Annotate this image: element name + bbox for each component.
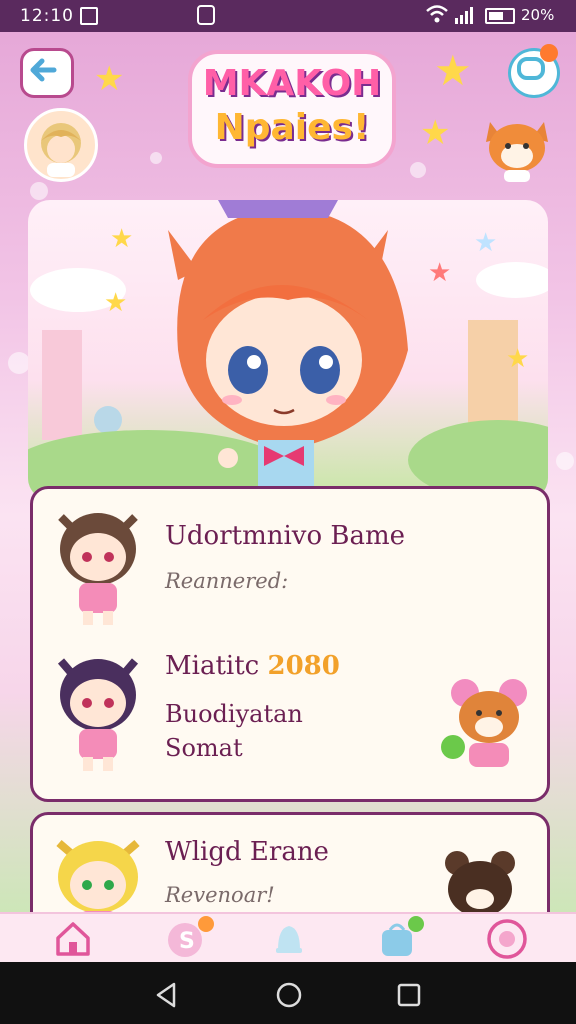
bottom-navigation: S [0, 912, 576, 964]
signal-icon [455, 7, 473, 24]
smiling-star-icon[interactable]: ★ [434, 50, 472, 92]
logo-title: MKAKOH [202, 63, 382, 104]
character-avatar [58, 513, 138, 625]
notification-badge [408, 916, 424, 932]
list-item-title-text: Miatitc [165, 651, 260, 681]
character-avatar [57, 658, 139, 771]
status-time: 12:10 [20, 6, 74, 26]
app-notification-icon [197, 5, 215, 25]
notification-badge [540, 44, 558, 62]
profile-icon[interactable] [484, 916, 530, 962]
friend-avatar-left[interactable] [24, 108, 98, 182]
status-bar: 12:10 20% [0, 0, 576, 32]
list-item-title: Wligd Erane [165, 837, 329, 867]
photo-notification-icon [80, 7, 98, 25]
svg-text:S: S [179, 929, 195, 954]
star-icon: ★ [94, 59, 125, 99]
list-item-subtitle: Reannered: [165, 569, 289, 593]
battery-icon [485, 8, 515, 24]
fox-mascot [480, 108, 554, 184]
star-icon: ★ [506, 344, 530, 374]
app-logo: MKAKOH Npaies! [188, 50, 396, 168]
home-nav-icon[interactable] [274, 980, 304, 1010]
list-item-title: Udortmnivo Bame [165, 521, 406, 551]
star-icon: ★ [420, 113, 451, 153]
bell-icon[interactable] [266, 916, 312, 962]
notification-badge [198, 916, 214, 932]
home-icon[interactable] [50, 916, 96, 962]
star-icon: ★ [474, 228, 498, 258]
list-item-line2: Somat [165, 734, 243, 762]
star-icon: ★ [110, 224, 134, 254]
back-button[interactable] [20, 48, 74, 98]
list-item[interactable]: Miatitc 2080 Buodiyatan Somat [43, 645, 533, 785]
star-icon: ★ [104, 288, 128, 318]
bear-mascot [441, 679, 527, 767]
hero-character-card[interactable]: ★ ★ ★ ★ ★ [28, 200, 548, 500]
logo-subtitle: Npaies! [214, 107, 370, 148]
character-list-card: Udortmnivo Bame Reannered: Miatitc 2080 … [30, 486, 550, 802]
list-item[interactable]: Udortmnivo Bame Reannered: [43, 499, 533, 639]
star-icon: ★ [428, 258, 452, 288]
arrow-left-icon [30, 58, 57, 82]
recents-nav-icon[interactable] [394, 980, 424, 1010]
year-badge: 2080 [267, 651, 340, 681]
back-nav-icon[interactable] [152, 980, 182, 1010]
list-item-title: Miatitc 2080 [165, 651, 340, 681]
list-item-subtitle: Revenoar! [165, 883, 275, 907]
list-item-line1: Buodiyatan [165, 700, 303, 728]
system-navigation-bar [0, 962, 576, 1024]
wifi-icon [426, 5, 448, 23]
battery-percent: 20% [521, 6, 555, 24]
